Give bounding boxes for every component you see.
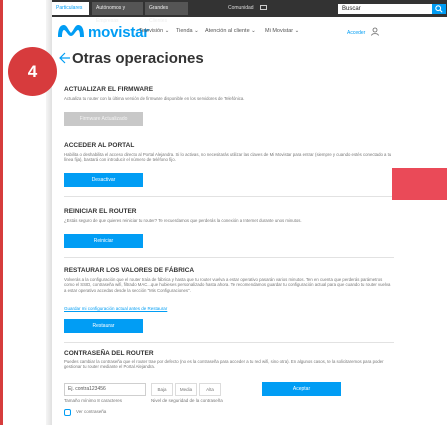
section-desc-password: Puedes cambiar la contraseña que el rout…	[64, 359, 384, 370]
nav-item-tienda[interactable]: Tienda ⌄	[176, 28, 199, 34]
divider	[64, 196, 394, 197]
main-nav: movistar Televisión ⌄ Tienda ⌄ Atención …	[52, 17, 447, 45]
section-title-firmware: ACTUALIZAR EL FIRMWARE	[64, 86, 154, 93]
movistar-logo-icon[interactable]	[57, 24, 85, 38]
segment-particulares[interactable]: Particulares	[52, 2, 89, 15]
red-accent-block	[392, 168, 447, 200]
guardar-config-link[interactable]: Guardar mi configuración actual antes de…	[64, 306, 167, 311]
mail-icon[interactable]	[260, 5, 267, 10]
nav-item-television[interactable]: Televisión ⌄	[139, 28, 169, 34]
segment-grandes-clientes[interactable]: Grandes Clientes	[145, 2, 188, 24]
aceptar-button[interactable]: Aceptar	[262, 382, 341, 396]
section-desc-portal: Habilita o deshabilita el acceso directo…	[64, 152, 392, 163]
section-title-portal: ACCEDER AL PORTAL	[64, 142, 135, 149]
show-password-label[interactable]: Ver contraseña	[76, 409, 106, 414]
section-title-password: CONTRASEÑA DEL ROUTER	[64, 350, 154, 357]
chevron-down-icon: ⌄	[294, 28, 300, 34]
nav-item-label: Mi Movistar	[265, 28, 294, 34]
section-title-reiniciar: REINICIAR EL ROUTER	[64, 208, 137, 215]
acceder-link[interactable]: Acceder	[347, 30, 365, 36]
top-bar: Particulares Autónomos y Empresas Grande…	[52, 0, 447, 24]
nav-item-label: Televisión	[139, 28, 164, 34]
strength-baja: Baja	[151, 383, 173, 396]
nav-item-label: Tienda	[176, 28, 193, 34]
desactivar-button[interactable]: Desactivar	[64, 173, 143, 187]
nav-item-atencion[interactable]: Atención al cliente ⌄	[205, 28, 256, 34]
chevron-down-icon: ⌄	[164, 28, 170, 34]
section-desc-reiniciar: ¿Estás seguro de que quieres reiniciar t…	[64, 218, 302, 223]
user-icon[interactable]	[371, 27, 379, 36]
strength-alta: Alta	[199, 383, 221, 396]
section-desc-firmware: Actualiza tu router con la última versió…	[64, 96, 245, 101]
section-desc-restaurar: Volverás a la configuración que el route…	[64, 277, 391, 293]
browser-page: Particulares Autónomos y Empresas Grande…	[52, 0, 447, 425]
comunidad-link[interactable]: Comunidad	[228, 2, 254, 15]
divider	[64, 342, 394, 343]
step-badge: 4	[8, 47, 57, 96]
password-min-hint: Tamaño mínimo 8 caracteres	[64, 398, 123, 403]
password-input[interactable]: Ej. contra123456	[64, 383, 146, 396]
search-icon	[435, 5, 443, 13]
chevron-down-icon: ⌄	[251, 28, 256, 34]
restaurar-button[interactable]: Restaurar	[64, 319, 143, 333]
divider	[64, 257, 394, 258]
strength-hint: Nivel de seguridad de la contraseña	[151, 398, 223, 403]
firmware-button[interactable]: Firmware Actualizado	[64, 112, 143, 126]
section-title-restaurar: RESTAURAR LOS VALORES DE FÁBRICA	[64, 267, 195, 274]
chevron-down-icon: ⌄	[194, 28, 199, 34]
reiniciar-button[interactable]: Reiniciar	[64, 234, 143, 248]
nav-item-mi-movistar[interactable]: Mi Movistar ⌄	[265, 28, 299, 34]
search-input[interactable]: Buscar	[338, 4, 432, 14]
show-password-checkbox[interactable]	[64, 409, 71, 416]
left-accent-bar	[0, 0, 3, 425]
back-arrow-icon[interactable]	[58, 52, 70, 64]
strength-media: Media	[175, 383, 197, 396]
page-title: Otras operaciones	[72, 50, 204, 67]
segment-autonomos[interactable]: Autónomos y Empresas	[92, 2, 143, 24]
search-button[interactable]	[432, 4, 446, 14]
nav-item-label: Atención al cliente	[205, 28, 250, 34]
